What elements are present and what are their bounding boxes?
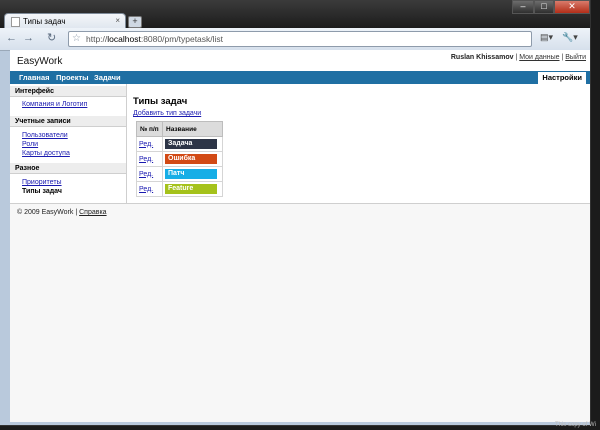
menu-item-home[interactable]: Главная bbox=[19, 73, 50, 82]
edit-link[interactable]: Ред. bbox=[139, 156, 153, 163]
logout-link[interactable]: Выйти bbox=[565, 54, 586, 61]
menu-item-settings[interactable]: Настройки bbox=[538, 72, 586, 84]
sidebar-item-roles[interactable]: Роли bbox=[22, 141, 38, 148]
sidebar-item-access-cards[interactable]: Карты доступа bbox=[22, 150, 70, 157]
close-window-icon[interactable]: ✕ bbox=[554, 0, 590, 14]
column-number-header: № п/п bbox=[136, 121, 163, 137]
tab-close-icon[interactable]: × bbox=[115, 16, 120, 25]
help-link[interactable]: Справка bbox=[79, 209, 106, 216]
edit-link[interactable]: Ред. bbox=[139, 171, 153, 178]
table-row: Ред. Ошибка bbox=[136, 151, 223, 167]
menu-item-projects[interactable]: Проекты bbox=[56, 73, 89, 82]
sidebar-section-misc: Разное bbox=[10, 163, 126, 174]
page-title: Типы задач bbox=[133, 96, 188, 107]
reload-icon[interactable]: ↻ bbox=[47, 32, 56, 44]
footer-text: © 2009 EasyWork | Справка bbox=[17, 209, 107, 216]
task-types-table: № п/п Название Ред. Задача Ред. Ошибка Ред. П… bbox=[136, 121, 223, 197]
table-row: Ред. Патч bbox=[136, 166, 223, 182]
table-row: Ред. Feature bbox=[136, 181, 223, 197]
settings-sidebar: Интерфейс Компания и Логотип Учетные зап… bbox=[10, 84, 127, 203]
table-row: Ред. Задача bbox=[136, 136, 223, 152]
browser-window: Типы задач × + – □ ✕ ← → ↻ ☆ http://loca… bbox=[0, 0, 591, 426]
bookmark-star-icon[interactable]: ☆ bbox=[72, 32, 81, 46]
maximize-icon[interactable]: □ bbox=[534, 0, 554, 14]
sidebar-item-task-types[interactable]: Типы задач bbox=[22, 188, 62, 195]
forward-arrow-icon[interactable]: → bbox=[23, 32, 34, 44]
sidebar-item-company-logo[interactable]: Компания и Логотип bbox=[22, 101, 87, 108]
table-cell-name: Патч bbox=[162, 166, 223, 182]
table-cell-edit: Ред. bbox=[136, 151, 163, 167]
wrench-menu-icon[interactable]: 🔧▾ bbox=[562, 32, 578, 43]
edit-link[interactable]: Ред. bbox=[139, 141, 153, 148]
main-menu: Главная Проекты Задачи Настройки bbox=[10, 71, 590, 84]
tab-strip: Типы задач × + – □ ✕ bbox=[0, 0, 590, 29]
sidebar-section-accounts: Учетные записи bbox=[10, 116, 126, 127]
sidebar-item-priorities[interactable]: Приоритеты bbox=[22, 179, 62, 186]
table-cell-name: Задача bbox=[162, 136, 223, 152]
edit-link[interactable]: Ред. bbox=[139, 186, 153, 193]
task-type-badge: Задача bbox=[165, 139, 217, 149]
user-name: Ruslan Khissamov bbox=[450, 54, 514, 61]
table-cell-edit: Ред. bbox=[136, 181, 163, 197]
add-task-type-link[interactable]: Добавить тип задачи bbox=[133, 110, 201, 117]
table-cell-name: Ошибка bbox=[162, 151, 223, 167]
browser-toolbar: ← → ↻ ☆ http://localhost:8080/pm/typetas… bbox=[0, 28, 590, 51]
page-favicon-icon bbox=[11, 17, 20, 27]
column-name-header: Название bbox=[162, 121, 223, 137]
task-type-badge: Патч bbox=[165, 169, 217, 179]
web-page: EasyWork Ruslan Khissamov | Мои данные |… bbox=[10, 50, 590, 422]
table-cell-name: Feature bbox=[162, 181, 223, 197]
sidebar-section-interface: Интерфейс bbox=[10, 86, 126, 97]
task-types-table-body: Ред. Задача Ред. Ошибка Ред. Патч Ред. Feature bbox=[136, 136, 223, 197]
tab-title: Типы задач bbox=[23, 17, 66, 26]
site-header: EasyWork Ruslan Khissamov | Мои данные |… bbox=[10, 50, 590, 71]
sidebar-item-users[interactable]: Пользователи bbox=[22, 132, 68, 139]
site-logo: EasyWork bbox=[17, 56, 63, 67]
address-bar[interactable]: ☆ http://localhost:8080/pm/typetask/list bbox=[68, 31, 532, 47]
browser-tab[interactable]: Типы задач × bbox=[4, 13, 126, 29]
windows-watermark: This copy of Wi bbox=[555, 422, 597, 428]
user-bar: Ruslan Khissamov | Мои данные | Выйти bbox=[450, 54, 586, 61]
main-content: Типы задач Добавить тип задачи № п/п Наз… bbox=[127, 84, 590, 203]
table-cell-edit: Ред. bbox=[136, 166, 163, 182]
address-url: http://localhost:8080/pm/typetask/list bbox=[86, 34, 224, 44]
table-header-row: № п/п Название bbox=[136, 121, 223, 137]
minimize-icon[interactable]: – bbox=[512, 0, 534, 14]
site-footer: © 2009 EasyWork | Справка bbox=[10, 203, 590, 222]
menu-item-tasks[interactable]: Задачи bbox=[94, 73, 121, 82]
back-arrow-icon[interactable]: ← bbox=[6, 32, 17, 44]
task-type-badge: Ошибка bbox=[165, 154, 217, 164]
page-menu-icon[interactable]: ▤▾ bbox=[540, 32, 553, 43]
task-type-badge: Feature bbox=[165, 184, 217, 194]
new-tab-button[interactable]: + bbox=[128, 16, 142, 28]
table-cell-edit: Ред. bbox=[136, 136, 163, 152]
my-data-link[interactable]: Мои данные bbox=[519, 54, 559, 61]
window-controls: – □ ✕ bbox=[512, 0, 590, 14]
